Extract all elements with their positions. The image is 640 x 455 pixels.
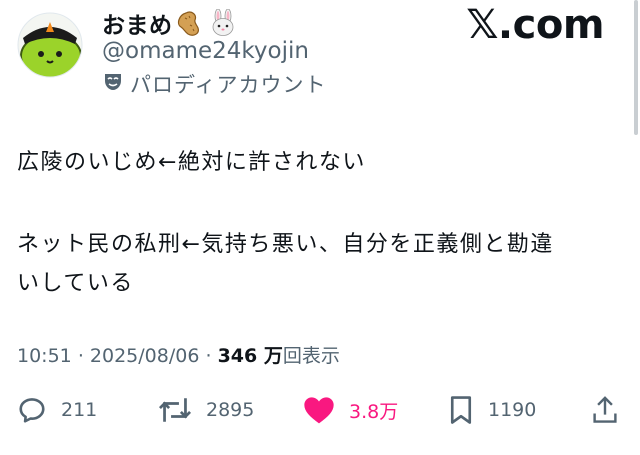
parody-mask-icon <box>102 71 124 97</box>
reply-icon <box>17 395 47 425</box>
parody-badge: パロディアカウント <box>102 70 327 98</box>
retweet-icon <box>158 395 192 425</box>
tweet-text-line: いしている <box>17 271 134 296</box>
retweet-button[interactable]: 2895 <box>158 394 254 426</box>
share-button[interactable] <box>592 394 618 426</box>
name-row: おまめ <box>102 6 237 40</box>
peanut-icon <box>177 9 205 37</box>
like-button[interactable]: 3.8万 <box>303 394 398 426</box>
meta-separator: · <box>205 345 212 367</box>
reply-button[interactable]: 211 <box>17 394 97 426</box>
bookmark-count: 1190 <box>488 399 537 421</box>
tweet-text-line: ネット民の私刑←気持ち悪い、自分を正義側と勘違 <box>17 232 554 257</box>
tweet-text-line: 広陵のいじめ←絶対に許されない <box>17 150 366 175</box>
parody-label: パロディアカウント <box>130 73 327 97</box>
scrollbar[interactable] <box>634 0 638 135</box>
meta-separator: · <box>77 345 84 367</box>
display-name[interactable]: おまめ <box>102 6 173 40</box>
heart-icon <box>303 395 335 425</box>
avatar[interactable] <box>17 12 83 78</box>
user-handle[interactable]: @omame24kyojin <box>102 38 309 64</box>
x-watermark: 𝕏.com <box>466 2 604 48</box>
tweet-date[interactable]: 2025/08/06 <box>90 345 200 367</box>
bookmark-button[interactable]: 1190 <box>448 394 536 426</box>
rabbit-face-icon <box>209 8 237 37</box>
view-label: 回表示 <box>282 345 340 367</box>
reply-count: 211 <box>61 399 98 421</box>
bookmark-icon <box>448 395 474 425</box>
retweet-count: 2895 <box>206 399 255 421</box>
tweet-meta: 10:51 · 2025/08/06 · 346 万回表示 <box>17 341 340 368</box>
share-icon <box>592 395 618 425</box>
tweet-time[interactable]: 10:51 <box>17 345 72 367</box>
like-count: 3.8万 <box>349 400 399 423</box>
view-count: 346 万 <box>217 345 283 367</box>
